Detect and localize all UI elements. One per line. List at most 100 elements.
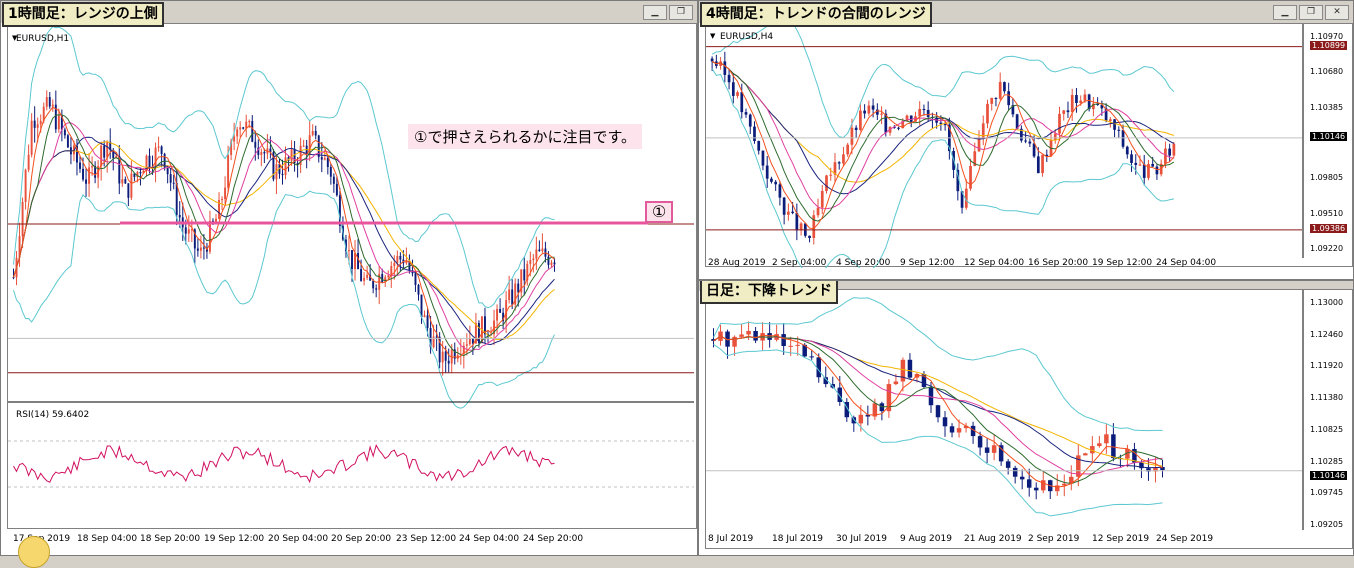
candle-body: [897, 127, 900, 129]
d1-xlabel: 21 Aug 2019: [964, 534, 1022, 544]
candle-body: [399, 256, 402, 260]
close-icon[interactable]: ✕: [1325, 5, 1349, 20]
candle-body: [251, 121, 254, 142]
annotation-badge: ①: [645, 201, 673, 223]
candle-body: [51, 104, 54, 107]
candle-body: [465, 344, 468, 346]
minimize-icon[interactable]: ▁: [1273, 5, 1297, 20]
h4-xlabel: 19 Sep 12:00: [1092, 258, 1153, 268]
candle-body: [1155, 166, 1159, 175]
h4-xlabel: 9 Sep 12:00: [900, 258, 955, 268]
candle-body: [1026, 479, 1032, 488]
candle-body: [360, 269, 363, 281]
candle-body: [748, 114, 752, 127]
d1-chart-window[interactable]: 日足：下降トレンド 1.13000 1.12460 1.11920 1.11380 1.…: [698, 280, 1354, 556]
candle-body: [1079, 100, 1083, 103]
candle-body: [1032, 143, 1036, 157]
candle-body: [808, 235, 811, 238]
candle-body: [990, 97, 994, 104]
candle-body: [935, 405, 941, 418]
candle-body: [977, 436, 983, 448]
restore-icon[interactable]: ❐: [1299, 5, 1323, 20]
h1-xlabel: 18 Sep 20:00: [140, 534, 201, 544]
candle-body: [1012, 467, 1018, 477]
candle-body: [423, 315, 426, 317]
h1-xlabel: 23 Sep 12:00: [396, 534, 457, 544]
candle-body: [363, 277, 366, 281]
candle-body: [723, 61, 727, 75]
candle-body: [994, 97, 998, 99]
bollinger-lower-line: [713, 343, 1163, 517]
candle-body: [1003, 82, 1006, 92]
d1-xlabel: 2 Sep 2019: [1028, 534, 1080, 544]
candle-body: [39, 120, 42, 125]
bollinger-lower-line: [711, 68, 1175, 268]
candle-body: [774, 181, 778, 185]
annotation-note: ①で押さえられるかに注目です。: [408, 124, 642, 149]
candle-body: [30, 120, 33, 155]
h4-ylabel: 1.10146: [1310, 131, 1348, 141]
candle-body: [1172, 143, 1176, 156]
candle-body: [893, 381, 899, 385]
candle-body: [320, 157, 323, 160]
candle-body: [208, 220, 211, 252]
candle-body: [233, 136, 236, 142]
candle-body: [121, 179, 124, 184]
d1-xlabel: 30 Jul 2019: [836, 534, 887, 544]
candle-body: [224, 187, 227, 200]
candle-body: [541, 248, 544, 252]
d1-chart-area[interactable]: 1.13000 1.12460 1.11920 1.11380 1.10825 1.102…: [705, 289, 1353, 549]
h4-chart-window[interactable]: 4時間足：トレンドの合間のレンジ ▁ ❐ ✕ EURUSD,H4 ▼ 1.109…: [698, 0, 1354, 280]
h4-xlabel: 12 Sep 04:00: [964, 258, 1025, 268]
candle-body: [523, 269, 526, 281]
candle-body: [239, 127, 242, 130]
candle-body: [248, 121, 251, 123]
ma-green-line: [711, 61, 1175, 222]
candle-body: [351, 250, 353, 269]
h1-window-title: 1時間足：レンジの上側: [2, 2, 164, 27]
candle-body: [1066, 110, 1070, 113]
h4-window-title: 4時間足：トレンドの合間のレンジ: [700, 2, 932, 27]
candle-body: [867, 105, 871, 114]
candle-body: [837, 387, 843, 402]
candle-body: [787, 211, 790, 215]
minimize-icon[interactable]: ▁: [643, 5, 667, 20]
candle-body: [66, 135, 69, 148]
candle-body: [1134, 162, 1138, 165]
candle-body: [178, 214, 181, 218]
candle-body: [417, 284, 420, 295]
candle-body: [166, 167, 169, 175]
candle-body: [27, 154, 30, 170]
h4-xlabel: 16 Sep 20:00: [1028, 258, 1089, 268]
d1-ylabel: 1.09205: [1310, 519, 1344, 529]
candle-body: [242, 127, 245, 129]
candle-body: [928, 386, 934, 406]
candle-body: [977, 137, 981, 152]
candle-body: [740, 92, 744, 113]
d1-ylabel: 1.11380: [1310, 392, 1344, 402]
h1-chart-area[interactable]: EURUSD,H1 ▼ ①で押さえられるかに注目です。 ① RSI(14) 59…: [7, 23, 697, 529]
candle-body: [1104, 434, 1109, 444]
candle-body: [782, 197, 786, 215]
candle-body: [529, 260, 532, 264]
candle-body: [1168, 148, 1172, 156]
h4-ylabel: 1.10899: [1310, 40, 1348, 50]
h4-xlabel: 4 Sep 20:00: [836, 258, 891, 268]
candle-body: [922, 108, 926, 110]
candle-body: [1117, 129, 1121, 131]
candle-body: [746, 330, 751, 335]
restore-icon[interactable]: ❐: [669, 5, 693, 20]
h1-xlabel: 24 Sep 20:00: [523, 534, 584, 544]
candle-body: [130, 173, 133, 198]
candle-body: [366, 274, 369, 278]
h1-chart-window[interactable]: 1時間足：レンジの上側 ▁ ❐ EURUSD,H1 ▼ ①で押さえられるかに注目…: [0, 0, 698, 556]
candle-body: [57, 115, 60, 130]
candle-body: [63, 129, 66, 136]
h4-ylabel: 1.09805: [1310, 173, 1344, 183]
h4-ylabel: 1.10680: [1310, 67, 1344, 77]
candle-body: [414, 273, 417, 285]
h4-chart-area[interactable]: EURUSD,H4 ▼ 1.10970 1.10899 1.10680 1.10385…: [705, 23, 1353, 268]
candle-body: [48, 97, 51, 107]
candle-body: [199, 247, 202, 251]
lightbulb-icon[interactable]: [18, 536, 50, 568]
